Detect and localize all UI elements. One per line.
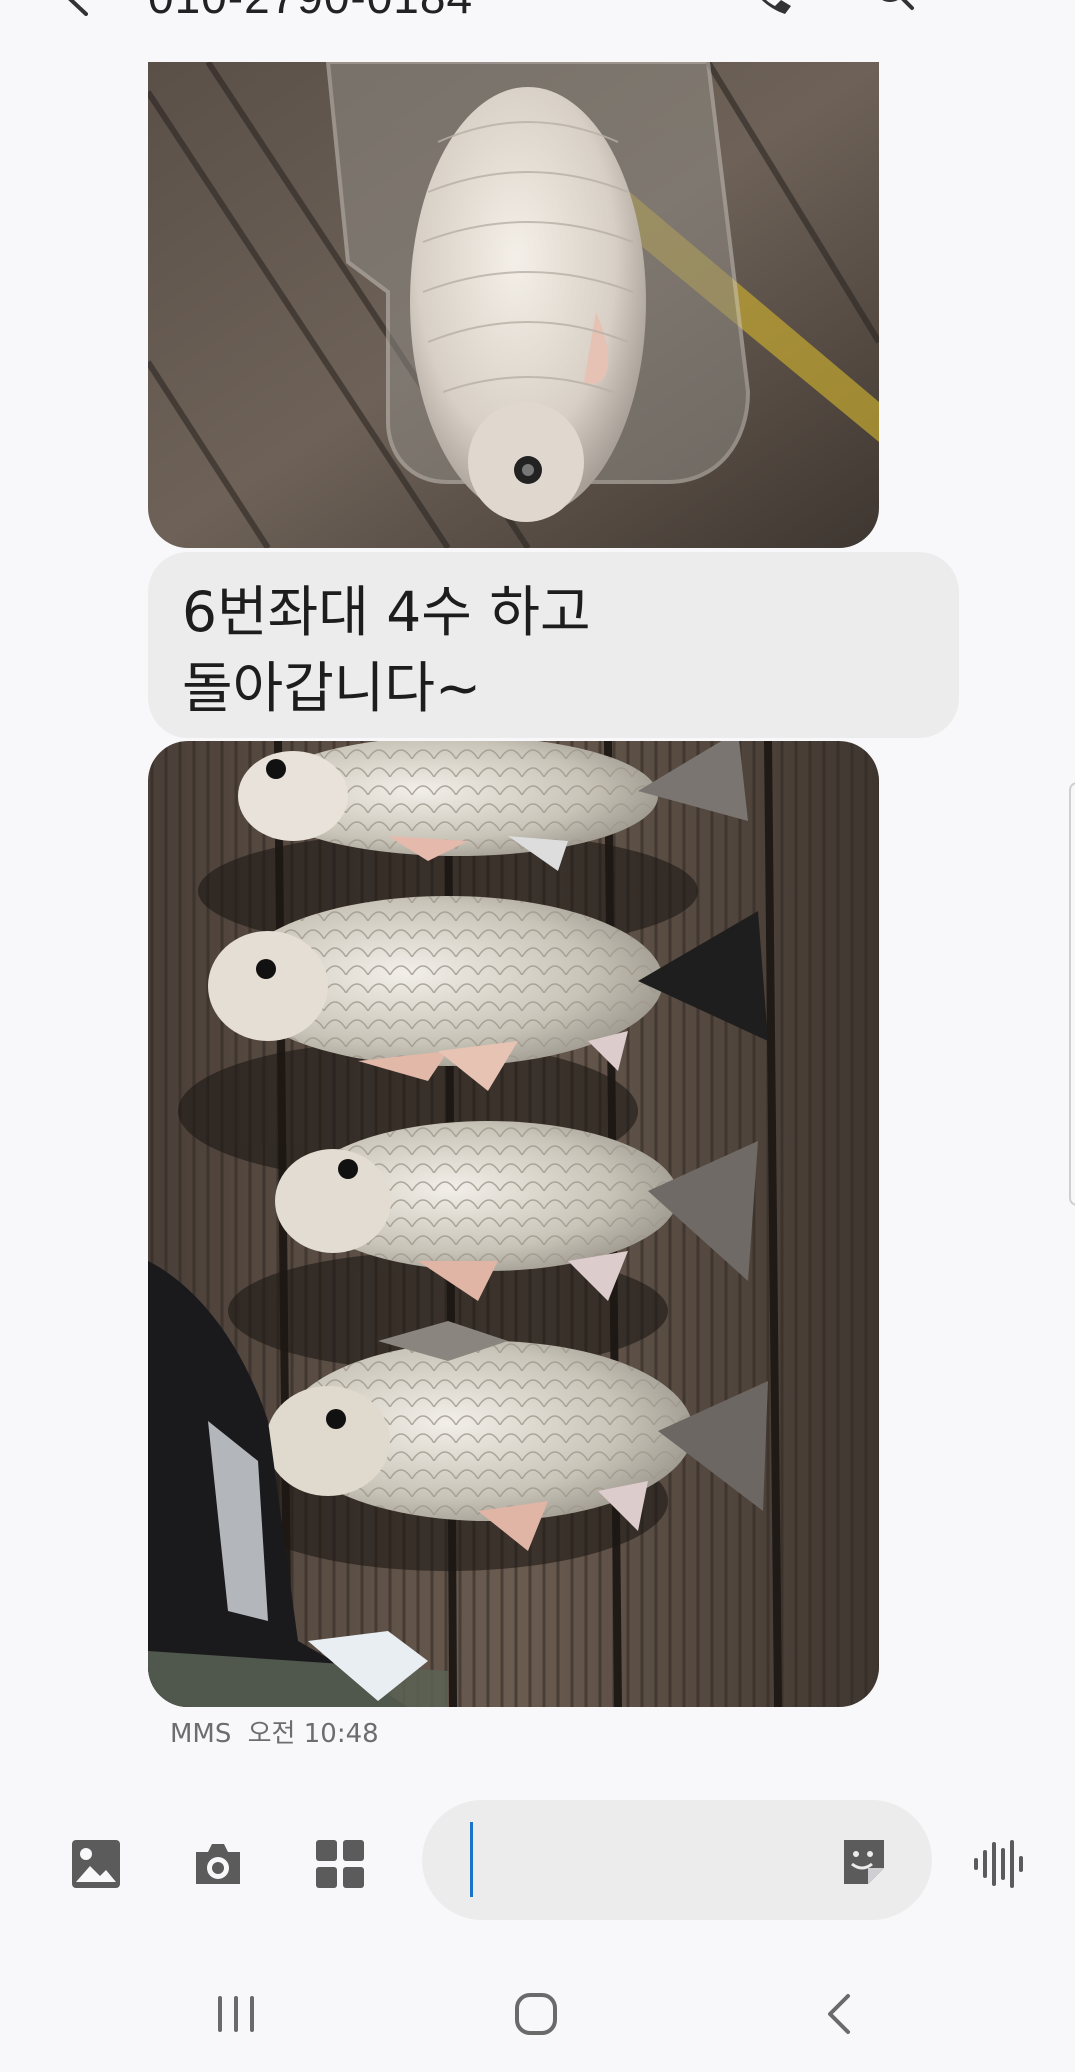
more-vert-icon[interactable] — [988, 0, 1008, 18]
message-text-line-2: 돌아갑니다~ — [182, 656, 482, 720]
mms-photo-2[interactable] — [148, 741, 879, 1707]
message-time-label: 오전 10:48 — [247, 1719, 379, 1749]
text-caret — [470, 1822, 473, 1897]
recent-apps-icon[interactable] — [212, 1990, 260, 2038]
camera-icon[interactable] — [190, 1836, 246, 1892]
message-bubble[interactable]: 6번좌대 4수 하고 돌아갑니다~ — [148, 552, 959, 738]
home-icon[interactable] — [512, 1990, 560, 2038]
edge-panel-handle[interactable] — [1069, 782, 1075, 1206]
back-arrow-icon[interactable] — [62, 0, 96, 16]
message-type-label: MMS — [170, 1719, 232, 1749]
conversation-title: 010-2790-0184 — [148, 0, 473, 22]
voice-icon[interactable] — [972, 1838, 1028, 1890]
sticker-icon[interactable] — [838, 1836, 890, 1888]
gallery-icon[interactable] — [68, 1836, 124, 1892]
message-meta: MMS 오전 10:48 — [170, 1713, 379, 1750]
four-fish-photo-image — [148, 741, 879, 1707]
fish-photo-image — [148, 62, 879, 548]
mms-photo-1[interactable] — [148, 62, 879, 548]
app-bar: 010-2790-0184 — [0, 0, 1075, 22]
back-icon[interactable] — [816, 1990, 864, 2038]
phone-icon[interactable] — [745, 0, 795, 18]
apps-icon[interactable] — [312, 1836, 368, 1892]
message-text-line-1: 6번좌대 4수 하고 — [182, 580, 591, 644]
search-icon[interactable] — [870, 0, 920, 18]
